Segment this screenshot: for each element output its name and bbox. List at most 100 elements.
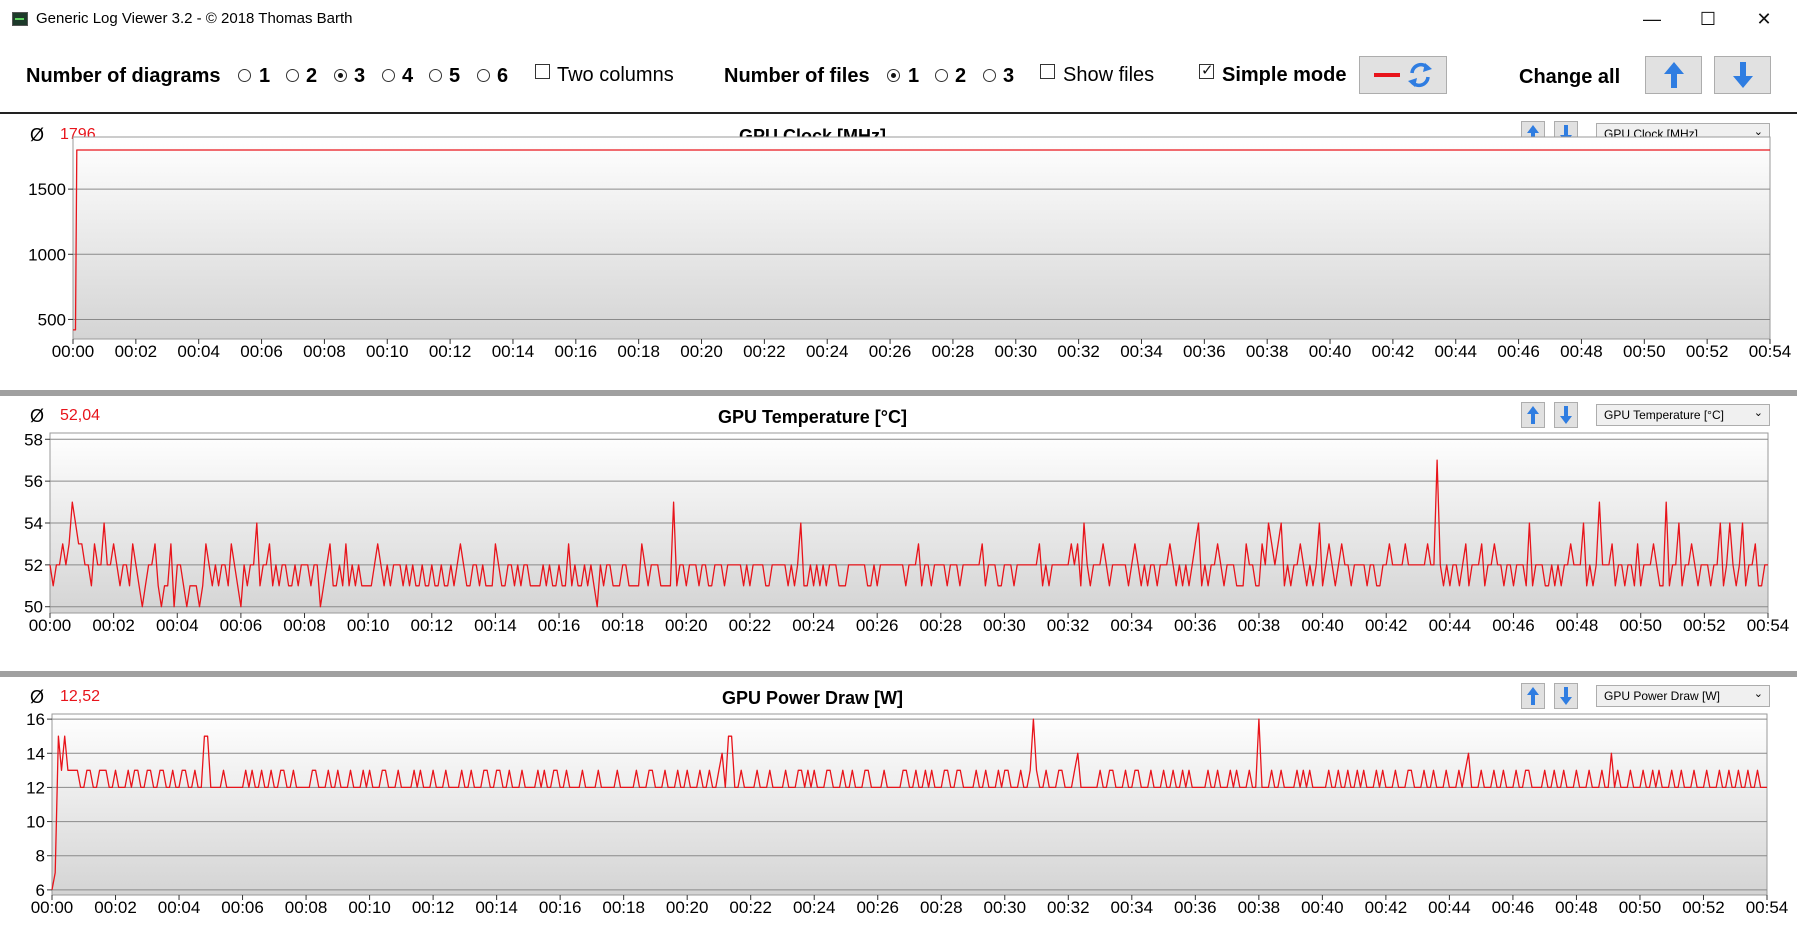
x-tick-label: 00:06 [240,342,283,361]
diagrams-radio-3[interactable] [334,69,347,82]
diagrams-radio-2[interactable] [286,69,299,82]
x-tick-label: 00:18 [617,342,660,361]
x-tick-label: 00:24 [793,898,836,917]
chart-svg: 681012141600:00 00:02 00:04 00:06 00:08 00:10… [26,710,1789,917]
toolbar-separator [0,112,1797,114]
x-tick-label: 00:34 [1110,616,1153,635]
x-tick-label: 00:02 [115,342,158,361]
x-tick-label: 00:04 [156,616,199,635]
x-tick-label: 00:34 [1111,898,1154,917]
y-tick-label: 1000 [28,245,66,264]
x-tick-label: 00:14 [475,898,518,917]
show-files-checkbox[interactable] [1040,64,1055,79]
x-tick-label: 00:36 [1183,342,1226,361]
diagrams-radio-6[interactable] [477,69,490,82]
files-radio-3[interactable] [983,69,996,82]
close-button[interactable]: ✕ [1736,0,1792,38]
x-tick-label: 00:06 [220,616,263,635]
x-tick-label: 00:38 [1238,898,1281,917]
change-all-down-button[interactable] [1714,56,1771,94]
x-tick-label: 00:02 [94,898,137,917]
app-icon [12,12,28,26]
y-tick-label: 500 [38,310,66,329]
x-tick-label: 00:10 [347,616,390,635]
x-tick-label: 00:16 [538,616,581,635]
change-all-up-button[interactable] [1645,56,1702,94]
x-tick-label: 00:30 [995,342,1038,361]
diagrams-radio-4[interactable] [382,69,395,82]
plot-area [72,136,1771,340]
x-tick-label: 00:10 [348,898,391,917]
diagrams-radio-5-label: 5 [449,65,461,87]
x-tick-label: 00:48 [1560,342,1603,361]
x-tick-label: 00:24 [806,342,849,361]
maximize-button[interactable]: ☐ [1680,0,1736,38]
diagrams-radio-3-label: 3 [354,65,366,87]
x-tick-label: 00:54 [1747,616,1790,635]
x-tick-label: 00:54 [1746,898,1789,917]
x-tick-label: 00:04 [177,342,220,361]
x-tick-label: 00:18 [602,898,645,917]
x-tick-label: 00:08 [285,898,328,917]
x-tick-label: 00:14 [474,616,517,635]
x-tick-label: 00:00 [52,342,95,361]
x-tick-label: 00:42 [1372,342,1415,361]
x-tick-label: 00:52 [1686,342,1729,361]
line-style-refresh-button[interactable] [1359,56,1447,94]
x-tick-label: 00:20 [665,616,708,635]
y-tick-label: 12 [26,778,45,797]
chart-panel-gpu-temperature: Ø 52,04 GPU Temperature [°C] GPU Tempera… [0,396,1797,671]
files-radio-1[interactable] [887,69,900,82]
change-all-label: Change all [1519,66,1621,88]
x-tick-label: 00:26 [856,616,899,635]
y-tick-label: 10 [26,813,45,832]
diagrams-radio-4-label: 4 [402,65,414,87]
x-tick-label: 00:42 [1365,898,1408,917]
x-tick-label: 00:32 [1057,342,1100,361]
x-tick-label: 00:24 [792,616,835,635]
x-tick-label: 00:28 [920,616,963,635]
diagrams-radio-5[interactable] [429,69,442,82]
x-tick-label: 00:50 [1619,616,1662,635]
chart-panel-gpu-power: Ø 12,52 GPU Power Draw [W] GPU Power Dra… [0,677,1797,952]
files-radio-2[interactable] [935,69,948,82]
y-tick-label: 14 [26,744,45,763]
two-columns-checkbox[interactable] [535,64,550,79]
x-tick-label: 00:36 [1174,898,1217,917]
x-tick-label: 00:10 [366,342,409,361]
x-tick-label: 00:32 [1047,898,1090,917]
x-tick-label: 00:42 [1365,616,1408,635]
x-tick-label: 00:20 [666,898,709,917]
simple-mode-checkbox[interactable] [1199,61,1214,79]
y-tick-label: 54 [24,514,43,533]
x-tick-label: 00:00 [29,616,72,635]
x-tick-label: 00:28 [932,342,975,361]
x-tick-label: 00:22 [729,616,772,635]
arrow-up-icon [1664,62,1684,88]
x-tick-label: 00:48 [1556,616,1599,635]
x-tick-label: 00:22 [743,342,786,361]
y-tick-label: 56 [24,472,43,491]
x-tick-label: 00:34 [1120,342,1163,361]
x-tick-label: 00:14 [492,342,535,361]
minimize-button[interactable]: — [1624,0,1680,38]
y-tick-label: 58 [24,430,43,449]
x-tick-label: 00:28 [920,898,963,917]
x-tick-label: 00:16 [539,898,582,917]
x-tick-label: 00:00 [31,898,74,917]
x-tick-label: 00:48 [1555,898,1598,917]
y-tick-label: 8 [36,847,45,866]
x-tick-label: 00:30 [984,898,1027,917]
simple-mode-label: Simple mode [1222,64,1347,86]
x-tick-label: 00:52 [1682,898,1725,917]
window-title: Generic Log Viewer 3.2 - © 2018 Thomas B… [36,10,353,27]
x-tick-label: 00:32 [1047,616,1090,635]
diagrams-radio-1[interactable] [238,69,251,82]
diagrams-radio-2-label: 2 [306,65,318,87]
diagrams-radio-6-label: 6 [497,65,509,87]
diagrams-radio-1-label: 1 [259,65,271,87]
x-tick-label: 00:44 [1428,898,1471,917]
x-tick-label: 00:02 [92,616,135,635]
x-tick-label: 00:16 [555,342,598,361]
show-files-label: Show files [1063,64,1155,86]
